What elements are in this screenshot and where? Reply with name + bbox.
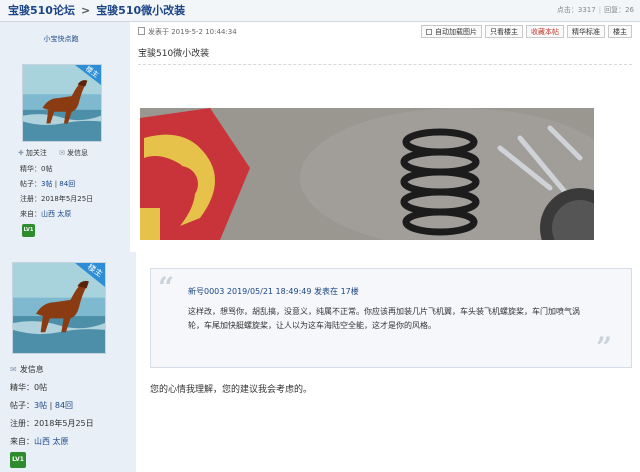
author-jinghua: 精华：0帖 <box>10 382 47 393</box>
message-label: 发信息 <box>66 149 88 157</box>
follow-button[interactable]: ✚ 加关注 <box>18 149 47 157</box>
location-label: 来自： <box>10 437 34 446</box>
mail-icon: ✉ <box>10 365 17 374</box>
message-button[interactable]: ✉ 发信息 <box>10 364 44 375</box>
jinghua-label: 精华： <box>20 165 41 173</box>
posts-label: 帖子： <box>20 180 41 188</box>
favorite-button[interactable]: 收藏本帖 <box>526 25 564 38</box>
author-posts: 帖子：3帖 | 84回 <box>10 401 74 410</box>
quote-time: 2019/05/21 18:49:49 发表在 <box>226 287 339 296</box>
post-divider <box>138 64 632 65</box>
document-icon <box>138 27 145 35</box>
breadcrumb-separator: > <box>80 4 91 17</box>
elite-standard-button[interactable]: 精华标准 <box>567 25 605 38</box>
quote-header: 新号0003 2019/05/21 18:49:49 发表在 17楼 <box>188 286 359 297</box>
suspension-parts-image <box>140 108 594 240</box>
post-time: 发表于 2019-5-2 10:44:34 <box>148 28 237 36</box>
auto-load-images-toggle[interactable]: 自动加载图片 <box>421 25 482 38</box>
jinghua-label: 精华： <box>10 383 34 392</box>
stats-divider: | <box>598 6 602 14</box>
level-icon: LV1 <box>22 224 35 237</box>
post-title: 宝骏510微小改装 <box>138 49 210 59</box>
quote-floor-link[interactable]: 17楼 <box>341 287 359 296</box>
thread-stats: 点击：3317 | 回复：26 <box>557 5 634 15</box>
quote-body: 这样改，想骂你，胡乱搞，没意义，纯属不正常。你应该再加装几片飞机翼，车头装飞机螺… <box>188 307 580 330</box>
message-button[interactable]: ✉ 发信息 <box>59 149 88 157</box>
replies-label: 回复： <box>604 6 626 14</box>
posts-reply-count[interactable]: 84回 <box>55 401 73 410</box>
level-icon: LV1 <box>10 452 26 468</box>
author-register-date: 注册：2018年5月25日 <box>20 195 94 203</box>
auto-load-label: 自动加载图片 <box>435 28 477 36</box>
views-label: 点击： <box>556 6 578 14</box>
jinghua-value: 0帖 <box>41 165 53 173</box>
breadcrumb-forum-link[interactable]: 宝骏510论坛 <box>8 4 75 17</box>
quote-author[interactable]: 新号0003 <box>188 287 224 296</box>
only-op-button[interactable]: 只看楼主 <box>485 25 523 38</box>
breadcrumb: 宝骏510论坛 > 宝骏510微小改装 <box>8 3 185 19</box>
views-count: 3317 <box>577 6 596 14</box>
thread-header: 宝骏510论坛 > 宝骏510微小改装 点击：3317 | 回复：26 <box>0 0 640 22</box>
quote-open-icon: “ <box>158 271 175 304</box>
posts-label: 帖子： <box>10 401 34 410</box>
author-jinghua: 精华：0帖 <box>20 164 52 174</box>
avatar[interactable]: 楼主 <box>22 64 102 142</box>
location-label: 来自： <box>20 210 41 218</box>
replies-count: 26 <box>625 6 634 14</box>
message-label: 发信息 <box>19 365 44 374</box>
author-username[interactable]: 小宝快点跑 <box>0 34 122 44</box>
plus-icon: ✚ <box>18 149 24 157</box>
posts-thread-count[interactable]: 3帖 <box>34 401 47 410</box>
mail-icon: ✉ <box>59 149 65 157</box>
posts-reply-count[interactable]: 84回 <box>59 180 75 188</box>
jinghua-value: 0帖 <box>34 383 48 392</box>
author-actions: ✚ 加关注 ✉ 发信息 <box>18 148 98 158</box>
floor-label: 楼主 <box>608 25 632 38</box>
thread-title: 宝骏510微小改装 <box>96 4 186 17</box>
checkbox-icon <box>426 29 432 35</box>
quote-close-icon: ” <box>596 331 613 364</box>
post-photo[interactable] <box>140 108 594 240</box>
reply-content: 您的心情我理解，您的建议我会考虑的。 <box>150 385 313 395</box>
author-location: 来自：山西 太原 <box>10 436 69 447</box>
follow-label: 加关注 <box>25 149 47 157</box>
location-value[interactable]: 山西 太原 <box>34 437 69 446</box>
horse-avatar-image <box>13 263 105 353</box>
avatar[interactable]: 楼主 <box>12 262 106 354</box>
author-location: 来自：山西 太原 <box>20 209 71 219</box>
posts-thread-count[interactable]: 3帖 <box>41 180 52 188</box>
author-posts: 帖子：3帖 | 84回 <box>20 180 76 188</box>
author-register-date: 注册：2018年5月25日 <box>10 419 94 428</box>
location-value[interactable]: 山西 太原 <box>41 210 71 218</box>
post-meta: 发表于 2019-5-2 10:44:34 <box>138 27 237 37</box>
post-toolbar: 自动加载图片 只看楼主 收藏本帖 精华标准 楼主 <box>421 25 632 38</box>
